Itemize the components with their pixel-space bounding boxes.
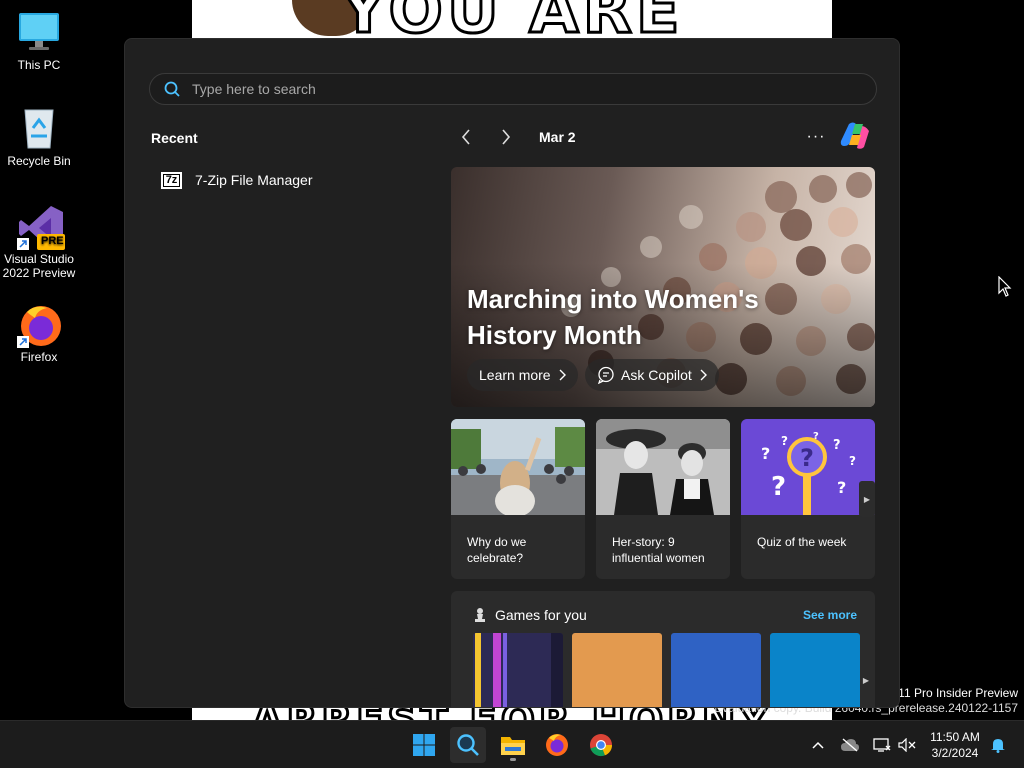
taskbar-clock[interactable]: 11:50 AM 3/2/2024 <box>924 729 986 761</box>
svg-text:?: ? <box>771 472 786 502</box>
ask-copilot-button[interactable]: Ask Copilot <box>585 359 719 391</box>
games-scroll-right-button[interactable]: ▶ <box>859 665 873 695</box>
volume-button[interactable] <box>895 733 919 757</box>
quiz-image: ??? ??? ? ? <box>741 419 875 515</box>
windows-start-icon <box>413 734 435 756</box>
previous-day-button[interactable] <box>451 125 481 149</box>
chevron-right-icon <box>559 369 566 381</box>
game-tile-4[interactable] <box>770 633 860 707</box>
desktop-icon-label: Firefox <box>20 350 58 364</box>
card-caption: Quiz of the week <box>757 535 847 549</box>
folder-icon <box>501 737 525 755</box>
visual-studio-icon: PRE <box>17 204 65 250</box>
chrome-taskbar-button[interactable] <box>583 727 619 763</box>
chevron-right-icon <box>502 129 511 145</box>
show-hidden-icons-button[interactable] <box>806 733 830 757</box>
chevron-left-icon <box>461 129 470 145</box>
games-title: Games for you <box>495 607 587 623</box>
learn-more-button[interactable]: Learn more <box>467 359 578 391</box>
recent-heading: Recent <box>151 130 198 146</box>
chevron-right-icon <box>700 369 707 381</box>
games-heading: Games for you <box>473 607 587 623</box>
file-explorer-button[interactable] <box>495 727 531 763</box>
search-box[interactable] <box>149 73 877 105</box>
learn-more-label: Learn more <box>479 367 551 383</box>
hero-title: Marching into Women's History Month <box>467 284 759 350</box>
desktop-icon-label: Recycle Bin <box>7 154 71 168</box>
recycle-bin-icon <box>17 106 61 150</box>
copilot-icon[interactable] <box>839 121 871 151</box>
bell-icon <box>991 739 1005 753</box>
notifications-button[interactable] <box>986 733 1010 757</box>
svg-text:?: ? <box>781 434 788 448</box>
next-day-button[interactable] <box>491 125 521 149</box>
search-icon <box>457 734 479 756</box>
cloud-offline-icon <box>841 738 859 752</box>
network-button[interactable] <box>870 733 894 757</box>
more-options-button[interactable]: ··· <box>803 125 829 149</box>
card-her-story[interactable]: Her-story: 9 influential women <box>596 419 730 579</box>
taskbar: 11:50 AM 3/2/2024 <box>0 720 1024 768</box>
recent-item-label: 7-Zip File Manager <box>195 172 313 188</box>
mouse-cursor-icon <box>998 276 1012 297</box>
game-tile-1[interactable] <box>473 633 563 707</box>
clock-date: 3/2/2024 <box>931 746 979 760</box>
widgets-date: Mar 2 <box>539 129 576 145</box>
game-tile-3[interactable] <box>671 633 761 707</box>
ask-copilot-label: Ask Copilot <box>621 367 692 383</box>
game-tile-2[interactable] <box>572 633 662 707</box>
card-caption: Why do we celebrate? <box>467 535 527 565</box>
svg-text:?: ? <box>800 444 814 472</box>
historical-women-image <box>596 419 730 515</box>
7zip-icon: 7z <box>161 171 182 189</box>
firefox-icon <box>17 302 61 348</box>
preview-badge: PRE <box>41 235 64 247</box>
chess-piece-icon <box>475 608 485 622</box>
hero-card[interactable]: Marching into Women's History Month Lear… <box>451 167 875 407</box>
desktop-icon-this-pc[interactable]: This PC <box>0 10 78 72</box>
desktop-icon-firefox[interactable]: Firefox <box>0 302 78 364</box>
onedrive-button[interactable] <box>838 733 862 757</box>
card-quiz[interactable]: ??? ??? ? ? Quiz of the week <box>741 419 875 579</box>
svg-text:?: ? <box>833 438 841 453</box>
desktop-icon-recycle-bin[interactable]: Recycle Bin <box>0 106 78 168</box>
running-indicator <box>510 758 516 761</box>
taskbar-search-button[interactable] <box>450 727 486 763</box>
network-icon <box>873 738 891 752</box>
start-button[interactable] <box>406 727 442 763</box>
firefox-icon <box>546 734 568 756</box>
recent-item-7zip[interactable]: 7z 7-Zip File Manager <box>161 168 313 192</box>
chat-bubble-icon <box>597 366 614 384</box>
desktop-icon-label: This PC <box>17 58 61 72</box>
card-why-celebrate[interactable]: Why do we celebrate? <box>451 419 585 579</box>
clock-time: 11:50 AM <box>930 730 980 744</box>
search-panel: Recent 7z 7-Zip File Manager Mar 2 ··· <box>124 38 900 708</box>
svg-text:?: ? <box>849 454 856 468</box>
cards-scroll-right-button[interactable]: ▶ <box>859 481 875 517</box>
search-input[interactable] <box>192 81 792 97</box>
game-artwork-1 <box>473 633 563 707</box>
card-caption: Her-story: 9 influential women <box>612 535 705 565</box>
chevron-up-icon <box>812 741 824 749</box>
svg-text:?: ? <box>837 478 846 497</box>
games-section: Games for you See more ▶ <box>451 591 875 707</box>
monitor-icon <box>17 10 61 54</box>
protest-crowd-image <box>451 419 585 517</box>
volume-muted-icon <box>898 738 916 752</box>
svg-text:?: ? <box>761 444 770 463</box>
widgets-nav: Mar 2 <box>451 125 576 149</box>
search-icon <box>164 81 180 97</box>
firefox-taskbar-button[interactable] <box>539 727 575 763</box>
chrome-icon <box>590 734 613 757</box>
see-more-link[interactable]: See more <box>803 608 857 622</box>
desktop-icon-label: Visual Studio 2022 Preview <box>2 252 76 280</box>
desktop-icon-visual-studio[interactable]: PRE Visual Studio 2022 Preview <box>0 204 78 280</box>
